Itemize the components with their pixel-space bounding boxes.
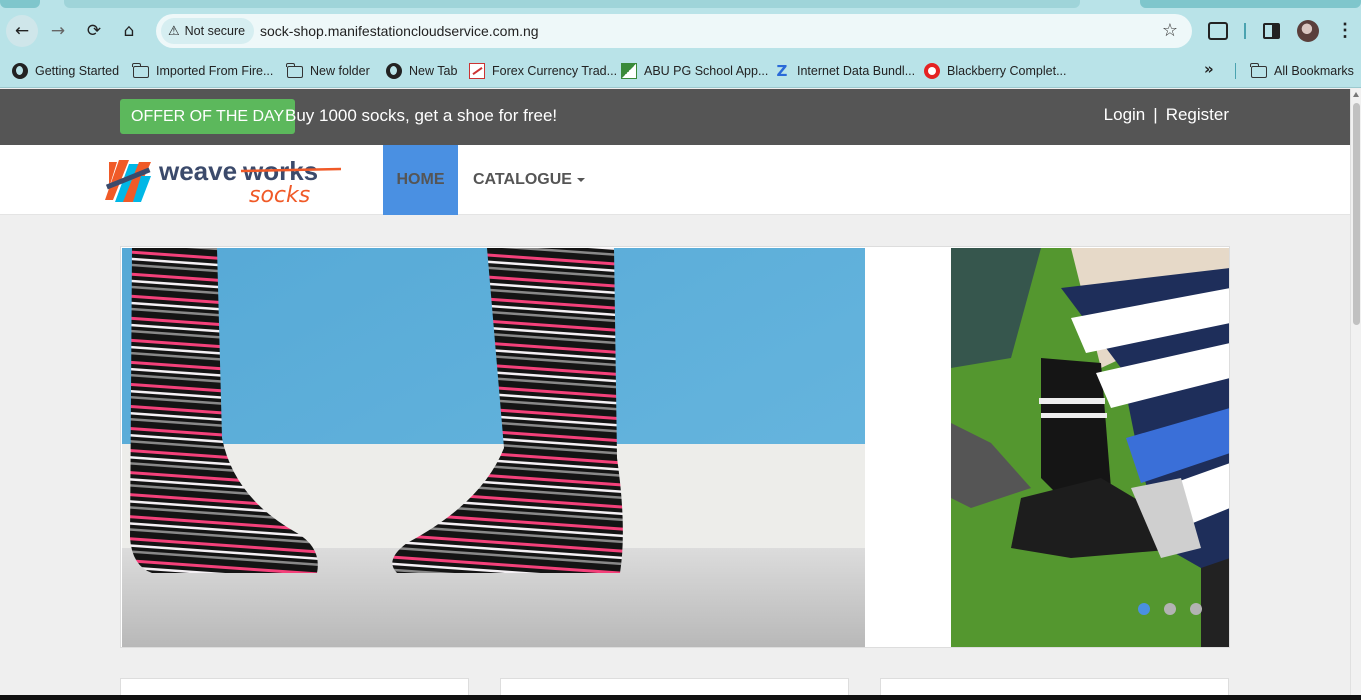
forex-icon	[469, 63, 485, 79]
security-label: Not secure	[184, 24, 246, 38]
forward-button[interactable]: →	[42, 15, 74, 47]
extensions-icon[interactable]	[1208, 22, 1228, 40]
bookmark-abu-pg-school[interactable]: ABU PG School App...	[621, 61, 768, 81]
login-link[interactable]: Login	[1104, 105, 1146, 124]
profile-avatar[interactable]	[1297, 20, 1319, 42]
logo-mark-icon	[105, 160, 151, 202]
globe-icon	[12, 63, 28, 79]
side-panel-icon[interactable]	[1263, 23, 1280, 39]
register-link[interactable]: Register	[1166, 105, 1229, 124]
nav-home[interactable]: HOME	[383, 145, 458, 215]
bookmark-new-tab[interactable]: New Tab	[386, 61, 457, 81]
security-chip[interactable]: ⚠ Not secure	[161, 18, 255, 44]
page-scrollbar[interactable]	[1350, 89, 1361, 700]
tab-strip	[0, 0, 1361, 8]
carousel-indicators	[1138, 603, 1202, 615]
chevron-down-icon	[576, 177, 585, 182]
carousel-dot-1[interactable]	[1138, 603, 1150, 615]
offer-badge[interactable]: OFFER OF THE DAY	[120, 99, 296, 134]
bookmark-getting-started[interactable]: Getting Started	[12, 61, 119, 81]
auth-separator: |	[1153, 105, 1158, 124]
bookmark-label: New folder	[310, 64, 370, 78]
home-button[interactable]: ⌂	[113, 15, 145, 47]
bookmark-label: Getting Started	[35, 64, 120, 78]
offer-bar: OFFER OF THE DAY Buy 1000 socks, get a s…	[0, 89, 1350, 145]
web-page: OFFER OF THE DAY Buy 1000 socks, get a s…	[0, 89, 1350, 700]
bookmark-forex[interactable]: Forex Currency Trad...	[469, 61, 617, 81]
active-tab[interactable]	[64, 0, 1080, 8]
carousel-dot-2[interactable]	[1164, 603, 1176, 615]
address-bar[interactable]: ⚠ Not secure sock-shop.manifestationclou…	[156, 14, 1192, 48]
scroll-up-arrow-icon[interactable]	[1353, 92, 1359, 97]
scrollbar-thumb[interactable]	[1353, 103, 1360, 325]
bookmark-blackberry[interactable]: Blackberry Complet...	[924, 61, 1066, 81]
abu-icon	[621, 63, 637, 79]
weaveworks-socks-logo[interactable]: weave works socks	[105, 154, 345, 206]
tab-edge-right[interactable]	[1140, 0, 1361, 8]
bookmarks-divider	[1235, 63, 1236, 79]
carousel-dot-3[interactable]	[1190, 603, 1202, 615]
slide-image-football-socks	[951, 248, 1229, 647]
bookmark-star-icon[interactable]: ☆	[1162, 20, 1178, 41]
tab-edge[interactable]	[0, 0, 40, 8]
bookmark-label: New Tab	[409, 64, 458, 78]
folder-icon	[1250, 63, 1267, 78]
bookmark-label: Forex Currency Trad...	[492, 64, 618, 78]
back-button[interactable]: ←	[6, 15, 38, 47]
offer-text: Buy 1000 socks, get a shoe for free!	[285, 106, 558, 125]
bookmark-label: Internet Data Bundl...	[797, 64, 916, 78]
blackberry-icon	[924, 63, 940, 79]
svg-text:weave: weave	[158, 156, 237, 186]
main-navbar: weave works socks HOME CATALOGUE	[0, 145, 1350, 215]
url-text[interactable]: sock-shop.manifestationcloudservice.com.…	[260, 23, 539, 39]
bookmarks-overflow-button[interactable]: »	[1204, 60, 1214, 78]
folder-icon	[286, 63, 303, 78]
slide-image-striped-socks	[122, 248, 865, 647]
hero-carousel[interactable]	[120, 246, 1230, 648]
globe-icon	[386, 63, 402, 79]
auth-links: Login | Register	[1104, 105, 1229, 125]
all-bookmarks-label: All Bookmarks	[1274, 64, 1354, 78]
all-bookmarks[interactable]: All Bookmarks	[1250, 61, 1354, 81]
menu-kebab-icon[interactable]: ⋮	[1336, 20, 1354, 41]
bookmark-internet-data[interactable]: Z Internet Data Bundl...	[774, 61, 916, 81]
bookmark-new-folder[interactable]: New folder	[286, 61, 370, 81]
taskbar-edge	[0, 695, 1361, 700]
reload-button[interactable]: ⟳	[78, 15, 110, 47]
nav-catalogue-dropdown[interactable]: CATALOGUE	[473, 145, 585, 215]
bookmark-imported-from-firefox[interactable]: Imported From Fire...	[132, 61, 274, 81]
toolbar-divider	[1244, 23, 1246, 39]
nav-catalogue-label: CATALOGUE	[473, 171, 572, 188]
bookmark-label: Imported From Fire...	[156, 64, 274, 78]
bookmarks-bar: Getting Started Imported From Fire... Ne…	[0, 54, 1361, 88]
folder-icon	[132, 63, 149, 78]
bookmark-label: Blackberry Complet...	[947, 64, 1067, 78]
svg-text:socks: socks	[249, 183, 310, 206]
z-icon: Z	[776, 62, 788, 80]
warning-icon: ⚠	[168, 23, 180, 39]
bookmark-label: ABU PG School App...	[644, 64, 769, 78]
toolbar: ← → ⟳ ⌂ ⚠ Not secure sock-shop.manifesta…	[0, 8, 1361, 54]
